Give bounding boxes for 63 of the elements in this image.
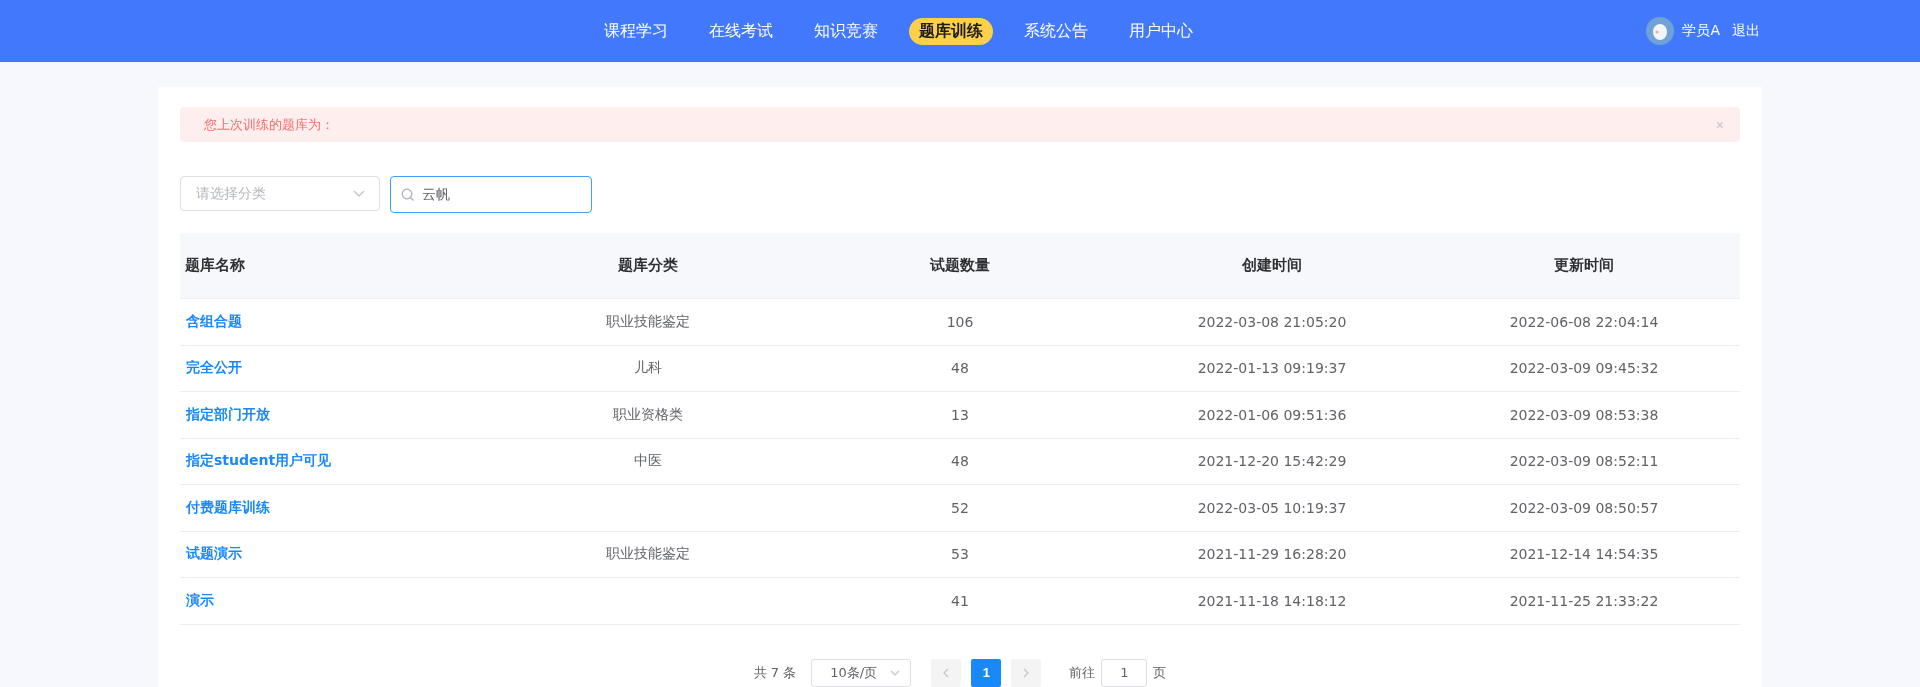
prev-page-button[interactable] <box>931 658 962 687</box>
table-cell: 2022-06-08 22:04:14 <box>1509 313 1659 330</box>
table-cell: 41 <box>951 592 969 609</box>
table-cell: 2021-12-20 15:42:29 <box>1197 453 1347 470</box>
column-header: 试题数量 <box>804 233 1116 299</box>
table-cell: 2022-03-09 08:52:11 <box>1509 453 1659 470</box>
nav-tab[interactable]: 在线考试 <box>698 17 783 45</box>
table-cell: 职业技能鉴定 <box>606 312 690 329</box>
chevron-right-icon <box>1023 667 1030 678</box>
bank-name-link[interactable]: 试题演示 <box>186 545 242 562</box>
table-cell: 53 <box>951 546 969 563</box>
chevron-down-icon <box>890 669 901 676</box>
table-cell: 2022-03-08 21:05:20 <box>1197 313 1347 330</box>
nav-tab[interactable]: 系统公告 <box>1013 17 1098 45</box>
table-cell: 13 <box>951 406 969 423</box>
chevron-down-icon <box>353 189 365 198</box>
next-page-button[interactable] <box>1011 658 1042 687</box>
nav-tab[interactable]: 知识竞赛 <box>803 17 888 45</box>
alert-text: 您上次训练的题库为： <box>204 115 334 134</box>
table-cell: 2022-03-09 08:50:57 <box>1509 499 1659 516</box>
page-size-select[interactable]: 10条/页 <box>811 658 912 687</box>
table-cell: 2021-11-29 16:28:20 <box>1197 546 1347 563</box>
table-cell: 2021-11-25 21:33:22 <box>1509 592 1659 609</box>
bank-name-link[interactable]: 完全公开 <box>186 359 242 376</box>
table-cell: 2022-03-09 09:45:32 <box>1509 360 1659 377</box>
search-field[interactable]: 云帆 <box>390 176 592 213</box>
logout-link[interactable]: 退出 <box>1732 22 1760 40</box>
table-cell: 48 <box>951 360 969 377</box>
user-name: 学员A <box>1682 22 1720 40</box>
goto-label: 前往 <box>1069 663 1096 682</box>
table-cell: 中医 <box>634 452 662 469</box>
total-count: 共 7 条 <box>753 663 797 682</box>
table-cell: 儿科 <box>634 359 662 376</box>
bank-name-link[interactable]: 演示 <box>186 591 214 608</box>
search-icon <box>401 188 415 202</box>
table-cell: 职业资格类 <box>613 405 683 422</box>
nav-tab[interactable]: 用户中心 <box>1118 17 1203 45</box>
bank-name-link[interactable]: 指定student用户可见 <box>186 452 332 469</box>
table-cell: 52 <box>951 499 969 516</box>
column-header: 创建时间 <box>1116 233 1428 299</box>
table-cell: 2022-03-09 08:53:38 <box>1509 406 1659 423</box>
page-number[interactable]: 1 <box>971 658 1002 687</box>
table-cell: 48 <box>951 453 969 470</box>
table-cell: 2021-12-14 14:54:35 <box>1509 546 1659 563</box>
page-suffix: 页 <box>1153 663 1167 682</box>
column-header: 题库分类 <box>492 233 804 299</box>
column-header: 更新时间 <box>1428 233 1740 299</box>
nav-tab[interactable]: 题库训练 <box>908 17 993 45</box>
chevron-left-icon <box>943 667 950 678</box>
bank-name-link[interactable]: 指定部门开放 <box>186 405 270 422</box>
bank-name-link[interactable]: 付费题库训练 <box>186 498 270 515</box>
table-cell: 106 <box>946 313 974 330</box>
avatar-icon <box>1646 17 1675 45</box>
nav-tab[interactable]: 课程学习 <box>593 17 678 45</box>
page-input[interactable]: 1 <box>1101 658 1148 687</box>
table-cell: 2022-01-13 09:19:37 <box>1197 360 1347 377</box>
bank-name-link[interactable]: 含组合题 <box>186 312 242 329</box>
table-cell: 2022-01-06 09:51:36 <box>1197 406 1347 423</box>
table-cell: 2022-03-05 10:19:37 <box>1197 499 1347 516</box>
table-cell: 2021-11-18 14:18:12 <box>1197 592 1347 609</box>
column-header: 题库名称 <box>180 233 492 299</box>
category-select[interactable]: 请选择分类 <box>180 176 380 211</box>
table-cell: 职业技能鉴定 <box>606 545 690 562</box>
